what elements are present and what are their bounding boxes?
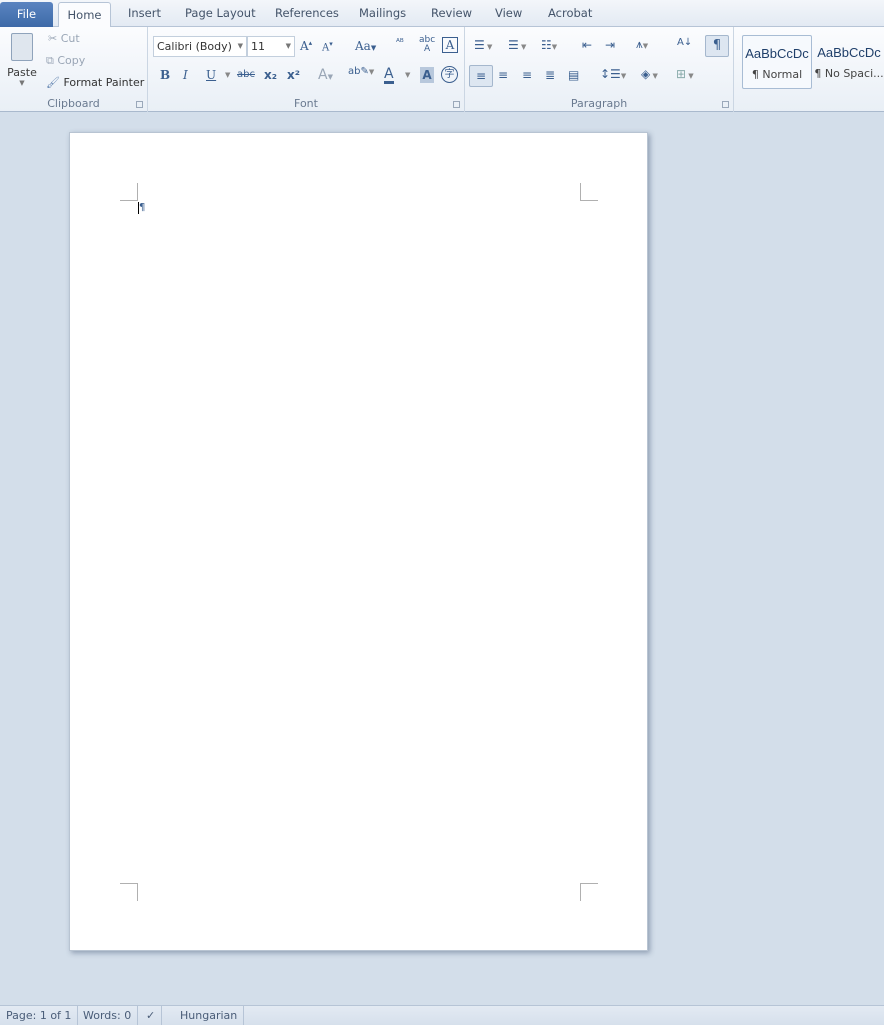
paragraph-group: ☰ ▼ ☰ ▼ ☷▼ ⇤ ⇥ ⩚▼ A↓ ¶ ≡ ≡ ≡ ≣ ▤ ↕☰▼ ◈ ▼… [465, 27, 734, 112]
tab-review[interactable]: Review [431, 6, 472, 20]
enclose-characters-icon[interactable]: 字 [441, 66, 458, 83]
change-case-button[interactable]: Aa▼ [355, 39, 376, 53]
copy-icon: ⧉ [46, 54, 54, 67]
tab-page-layout[interactable]: Page Layout [185, 6, 256, 20]
format-painter-button[interactable]: 🖌 Format Painter [46, 76, 144, 89]
ribbon: Paste ▼ ✂ Cut ⧉ Copy 🖌 Format Painter Cl… [0, 27, 884, 112]
clipboard-group-label: Clipboard [47, 97, 100, 110]
font-family-value: Calibri (Body) [157, 40, 232, 53]
align-right-button[interactable]: ≡ [522, 68, 532, 82]
chevron-down-icon[interactable]: ▼ [225, 71, 230, 79]
distributed-icon[interactable]: ▤ [568, 68, 579, 82]
shading-icon[interactable]: ◈ ▼ [641, 67, 658, 81]
chevron-down-icon: ▼ [285, 42, 291, 50]
increase-indent-icon[interactable]: ⇥ [605, 38, 615, 52]
line-spacing-icon[interactable]: ↕☰▼ [600, 67, 626, 81]
text-effects-icon[interactable]: A▼ [318, 67, 333, 83]
copy-button[interactable]: ⧉ Copy [46, 54, 85, 68]
bullets-icon[interactable]: ☰ ▼ [474, 38, 492, 52]
clipboard-launcher[interactable] [136, 101, 143, 108]
tab-view[interactable]: View [495, 6, 522, 20]
style-preview: AaBbCcDc [817, 45, 881, 60]
borders-icon[interactable]: ⊞ ▼ [676, 67, 694, 81]
paragraph-mark: ¶ [138, 202, 146, 214]
language[interactable]: Hungarian [174, 1006, 245, 1025]
tab-home[interactable]: Home [58, 2, 111, 28]
crop-mark-top-right [580, 183, 598, 201]
paste-label: Paste [7, 66, 37, 79]
style-no-spacing[interactable]: AaBbCcDc ¶ No Spaci... [814, 35, 884, 89]
subscript-button[interactable]: x₂ [264, 68, 277, 82]
word-count[interactable]: Words: 0 [77, 1006, 139, 1025]
paragraph-launcher[interactable] [722, 101, 729, 108]
chevron-down-icon[interactable]: ▼ [405, 71, 410, 79]
justify-button[interactable]: ≣ [545, 68, 555, 82]
underline-button[interactable]: U [206, 68, 216, 82]
strikethrough-button[interactable]: abc [237, 69, 255, 80]
font-color-button[interactable]: A [384, 67, 394, 84]
cut-label: Cut [60, 32, 80, 45]
paragraph-group-label: Paragraph [570, 97, 628, 110]
clear-formatting-icon[interactable]: ᴬᴮ [396, 38, 404, 48]
font-size-select[interactable]: 11 ▼ [247, 36, 295, 57]
font-family-select[interactable]: Calibri (Body) ▼ [153, 36, 247, 57]
paste-button[interactable]: Paste ▼ [4, 31, 40, 89]
ribbon-tabs: File Home Insert Page Layout References … [0, 0, 884, 28]
show-formatting-marks-button[interactable]: ¶ [705, 35, 729, 57]
character-shading-icon[interactable]: A [420, 67, 434, 83]
crop-mark-bottom-left [120, 883, 138, 901]
font-group-label: Font [294, 97, 318, 110]
font-launcher[interactable] [453, 101, 460, 108]
sort-icon[interactable]: A↓ [677, 37, 692, 48]
tab-acrobat[interactable]: Acrobat [548, 6, 592, 20]
crop-mark-top-left [120, 183, 138, 201]
shrink-font-icon[interactable]: A▾ [322, 40, 333, 53]
proofing-icon[interactable]: ✓ [140, 1006, 163, 1025]
chevron-down-icon: ▼ [19, 79, 25, 87]
align-left-button[interactable]: ≡ [469, 65, 493, 87]
align-center-button[interactable]: ≡ [498, 68, 508, 82]
style-name: ¶ Normal [751, 68, 803, 81]
text-direction-icon[interactable]: ⩚▼ [636, 37, 648, 52]
tab-references[interactable]: References [275, 6, 339, 20]
grow-font-icon[interactable]: A▴ [300, 39, 312, 53]
font-size-value: 11 [251, 40, 265, 53]
bold-button[interactable]: B [160, 68, 170, 82]
tab-file[interactable]: File [0, 2, 53, 27]
status-bar: Page: 1 of 1 Words: 0 ✓ Hungarian [0, 1005, 884, 1025]
cut-button[interactable]: ✂ Cut [48, 32, 80, 45]
format-painter-label: Format Painter [63, 76, 145, 89]
italic-button[interactable]: I [183, 68, 188, 82]
crop-mark-bottom-right [580, 883, 598, 901]
tab-mailings[interactable]: Mailings [359, 6, 406, 20]
tab-insert[interactable]: Insert [128, 6, 161, 20]
decrease-indent-icon[interactable]: ⇤ [582, 38, 592, 52]
scissors-icon: ✂ [48, 32, 58, 45]
style-name: ¶ No Spaci... [814, 67, 884, 80]
change-case-label: Aa [355, 39, 371, 53]
highlight-icon[interactable]: ab✎▼ [348, 66, 374, 77]
brush-icon: 🖌 [46, 76, 60, 89]
clipboard-group: Paste ▼ ✂ Cut ⧉ Copy 🖌 Format Painter Cl… [0, 27, 148, 112]
clipboard-icon [11, 33, 33, 61]
style-preview: AaBbCcDc [745, 46, 809, 61]
multilevel-list-icon[interactable]: ☷▼ [541, 38, 557, 52]
font-group: Calibri (Body) ▼ 11 ▼ A▴ A▾ Aa▼ ᴬᴮ abc A A … [148, 27, 465, 112]
copy-label: Copy [57, 54, 86, 67]
chevron-down-icon: ▼ [237, 42, 243, 50]
character-border-icon[interactable]: A [442, 37, 458, 53]
style-normal[interactable]: AaBbCcDc ¶ Normal [742, 35, 812, 89]
page-count[interactable]: Page: 1 of 1 [0, 1006, 79, 1025]
numbering-icon[interactable]: ☰ ▼ [508, 38, 526, 52]
superscript-button[interactable]: x² [287, 68, 300, 82]
document-page[interactable]: ¶ [69, 132, 648, 951]
phonetic-guide-icon[interactable]: abc A [419, 36, 435, 54]
